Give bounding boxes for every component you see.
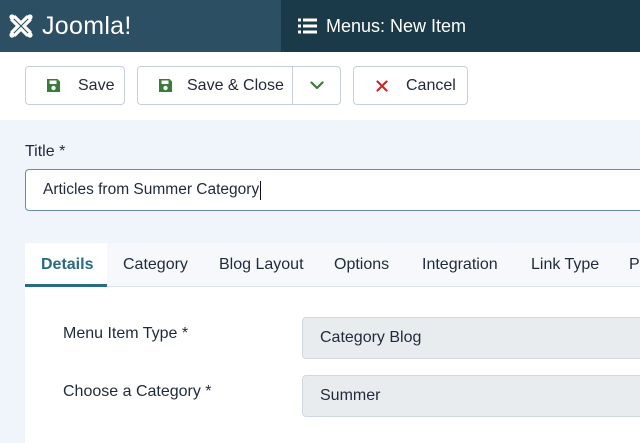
title-input-value: Articles from Summer Category	[43, 181, 260, 198]
cancel-button[interactable]: Cancel	[353, 66, 468, 105]
page-title-bar: Menus: New Item	[281, 0, 640, 52]
menu-item-type-field[interactable]: Category Blog	[302, 317, 640, 359]
save-icon	[157, 78, 173, 94]
save-options-dropdown-toggle[interactable]	[293, 67, 341, 104]
category-select[interactable]: Summer	[302, 375, 640, 417]
tab-blog-layout[interactable]: Blog Layout	[219, 243, 304, 286]
tab-details[interactable]: Details	[25, 243, 107, 287]
close-icon	[374, 78, 390, 94]
joomla-logo-icon	[6, 11, 36, 41]
app-header: Joomla! Menus: New Item	[0, 0, 640, 52]
title-label: Title *	[25, 143, 66, 160]
brand[interactable]: Joomla!	[0, 0, 281, 52]
menu-item-type-value: Category Blog	[320, 329, 422, 346]
save-close-button-group: Save & Close	[137, 66, 341, 105]
chevron-down-icon	[310, 77, 324, 95]
list-icon	[298, 16, 318, 36]
save-button[interactable]: Save	[25, 66, 125, 105]
menu-item-form-card: Details Category Blog Layout Options Int…	[25, 243, 640, 443]
text-caret	[260, 180, 262, 200]
category-value: Summer	[320, 387, 381, 404]
page-title: Menus: New Item	[326, 15, 467, 36]
menu-item-type-label: Menu Item Type *	[63, 325, 189, 342]
save-icon	[45, 78, 61, 94]
tab-link-type[interactable]: Link Type	[531, 243, 599, 286]
title-input[interactable]: Articles from Summer Category	[25, 169, 640, 211]
cancel-button-label: Cancel	[406, 76, 456, 94]
tab-bar: Details Category Blog Layout Options Int…	[25, 243, 640, 287]
save-button-label: Save	[78, 76, 115, 94]
tab-category[interactable]: Category	[123, 243, 188, 286]
save-close-button[interactable]: Save & Close	[187, 77, 284, 95]
toolbar: Save Save & Close Cancel	[0, 52, 640, 120]
brand-name: Joomla!	[42, 11, 132, 40]
tab-options[interactable]: Options	[334, 243, 389, 286]
category-label: Choose a Category *	[63, 383, 212, 400]
tab-truncated[interactable]: P	[629, 243, 640, 286]
tab-integration[interactable]: Integration	[422, 243, 498, 286]
